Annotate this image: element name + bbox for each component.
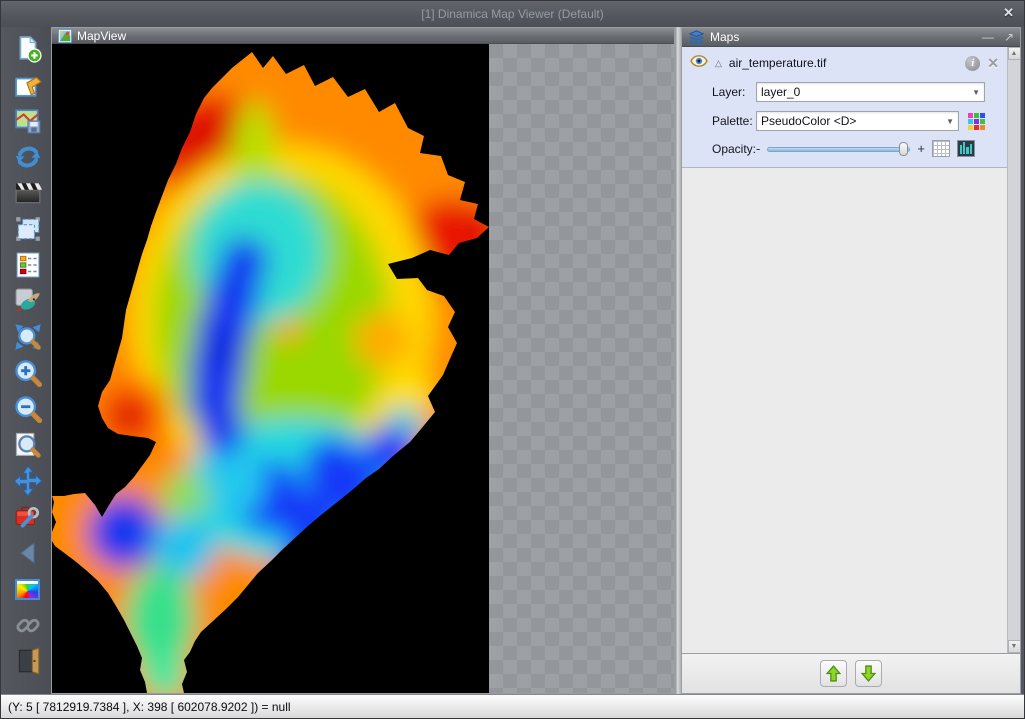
minimize-icon[interactable]: — bbox=[982, 30, 994, 44]
opacity-slider[interactable] bbox=[767, 142, 910, 156]
layers-icon bbox=[688, 30, 705, 45]
titlebar: [1] Dinamica Map Viewer (Default) ✕ bbox=[1, 1, 1024, 27]
palette-editor-icon bbox=[15, 579, 40, 600]
chevron-down-icon: ▼ bbox=[946, 117, 954, 126]
maps-scrollbar[interactable]: ▲ ▼ bbox=[1007, 47, 1020, 653]
map-tools-button[interactable] bbox=[10, 499, 46, 535]
map-canvas[interactable] bbox=[52, 44, 674, 693]
scroll-down-icon[interactable]: ▼ bbox=[1008, 640, 1021, 653]
visibility-eye-icon[interactable] bbox=[690, 54, 708, 72]
layer-card: △ air_temperature.tif i ✕ Layer: layer_0… bbox=[682, 47, 1007, 168]
arrow-down-icon bbox=[860, 665, 877, 682]
mapview-title: MapView bbox=[77, 29, 126, 43]
scroll-up-icon[interactable]: ▲ bbox=[1008, 47, 1021, 60]
mapview-panel: MapView bbox=[51, 27, 675, 694]
window-close-icon[interactable]: ✕ bbox=[1003, 5, 1014, 21]
select-tool-button[interactable] bbox=[10, 67, 46, 103]
reload-map-icon bbox=[13, 142, 43, 172]
opacity-decrease[interactable]: - bbox=[756, 141, 760, 156]
save-map-button[interactable] bbox=[10, 103, 46, 139]
palette-label: Palette: bbox=[690, 114, 756, 128]
float-icon[interactable]: ↗ bbox=[1004, 30, 1014, 44]
layer-select[interactable]: layer_0 ▼ bbox=[756, 82, 985, 102]
mapview-header: MapView bbox=[52, 28, 674, 44]
legend-icon bbox=[14, 251, 42, 279]
move-layer-down-button[interactable] bbox=[855, 660, 882, 687]
zoom-in-icon bbox=[13, 358, 43, 388]
transparent-nodata-area[interactable] bbox=[489, 44, 674, 693]
link-views-button[interactable] bbox=[10, 607, 46, 643]
zoom-to-selection-icon bbox=[13, 430, 43, 460]
bird-view-button[interactable] bbox=[10, 283, 46, 319]
copy-view-button[interactable] bbox=[10, 211, 46, 247]
window-title: [1] Dinamica Map Viewer (Default) bbox=[421, 7, 604, 21]
status-bar: (Y: 5 [ 7812919.7384 ], X: 398 [ 602078.… bbox=[1, 694, 1024, 718]
palette-editor-button[interactable] bbox=[10, 571, 46, 607]
exit-icon bbox=[14, 647, 42, 675]
zoom-in-button[interactable] bbox=[10, 355, 46, 391]
opacity-label: Opacity: bbox=[690, 142, 756, 156]
exit-button[interactable] bbox=[10, 643, 46, 679]
animation-button[interactable] bbox=[10, 175, 46, 211]
zoom-full-extent-icon bbox=[13, 322, 43, 352]
move-layer-up-button[interactable] bbox=[820, 660, 847, 687]
maps-header: Maps — ↗ bbox=[682, 28, 1020, 47]
opacity-slider-handle[interactable] bbox=[899, 142, 908, 156]
cursor-coordinates: (Y: 5 [ 7812919.7384 ], X: 398 [ 602078.… bbox=[8, 700, 291, 714]
new-map-view-icon bbox=[14, 35, 42, 63]
palette-grid-icon[interactable] bbox=[968, 113, 985, 130]
link-views-icon bbox=[14, 611, 42, 639]
animation-icon bbox=[14, 179, 42, 207]
layer-order-toolbar bbox=[682, 653, 1020, 693]
legend-button[interactable] bbox=[10, 247, 46, 283]
pan-button[interactable] bbox=[10, 463, 46, 499]
layer-remove-icon[interactable]: ✕ bbox=[987, 55, 999, 72]
layer-filename: air_temperature.tif bbox=[729, 56, 826, 70]
maps-panel: Maps — ↗ △ air_temperature.t bbox=[681, 27, 1021, 694]
zoom-to-selection-button[interactable] bbox=[10, 427, 46, 463]
zoom-out-button[interactable] bbox=[10, 391, 46, 427]
select-tool-icon bbox=[14, 71, 42, 99]
go-back-icon bbox=[15, 540, 41, 566]
opacity-increase[interactable]: + bbox=[917, 141, 925, 156]
temperature-raster[interactable] bbox=[52, 44, 489, 693]
layer-label: Layer: bbox=[690, 85, 756, 99]
toolbar bbox=[4, 27, 51, 694]
histogram-icon[interactable] bbox=[957, 140, 975, 157]
go-back-button[interactable] bbox=[10, 535, 46, 571]
collapse-triangle-icon[interactable]: △ bbox=[715, 58, 722, 69]
pan-icon bbox=[13, 466, 43, 496]
arrow-up-icon bbox=[825, 665, 842, 682]
layer-info-icon[interactable]: i bbox=[965, 56, 980, 71]
new-map-view-button[interactable] bbox=[10, 31, 46, 67]
values-table-icon[interactable] bbox=[932, 140, 950, 157]
zoom-out-icon bbox=[13, 394, 43, 424]
save-map-icon bbox=[14, 107, 42, 135]
map-tools-icon bbox=[14, 503, 42, 531]
chevron-down-icon: ▼ bbox=[972, 88, 980, 97]
maps-list: △ air_temperature.tif i ✕ Layer: layer_0… bbox=[682, 47, 1007, 653]
app-window: [1] Dinamica Map Viewer (Default) ✕ bbox=[0, 0, 1025, 719]
zoom-full-extent-button[interactable] bbox=[10, 319, 46, 355]
maps-title: Maps bbox=[710, 30, 739, 44]
mapview-icon bbox=[58, 29, 72, 43]
copy-view-icon bbox=[14, 215, 42, 243]
bird-view-icon bbox=[14, 287, 42, 315]
palette-select[interactable]: PseudoColor <D> ▼ bbox=[756, 111, 959, 131]
reload-map-button[interactable] bbox=[10, 139, 46, 175]
